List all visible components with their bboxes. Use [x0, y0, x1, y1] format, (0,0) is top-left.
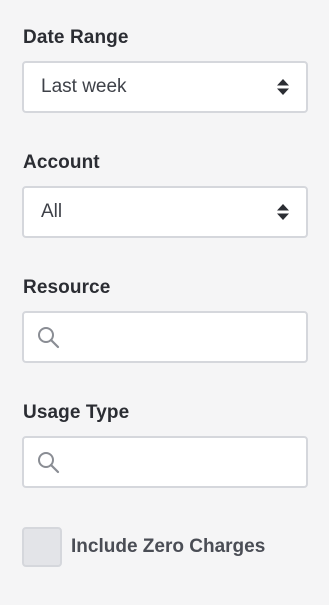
search-icon — [38, 452, 60, 474]
include-zero-charges-checkbox[interactable] — [22, 527, 62, 567]
resource-label: Resource — [23, 277, 111, 298]
date-range-label: Date Range — [23, 27, 129, 48]
resource-search-input[interactable] — [22, 311, 308, 363]
search-icon — [38, 327, 60, 349]
filter-panel: Date Range Last week Account All Resourc… — [0, 0, 329, 605]
date-range-select[interactable]: Last week — [22, 61, 308, 113]
account-label: Account — [23, 152, 100, 173]
include-zero-charges-label[interactable]: Include Zero Charges — [71, 536, 265, 558]
usage-type-label: Usage Type — [23, 402, 130, 423]
account-value: All — [41, 201, 63, 222]
sort-arrows-icon — [277, 79, 289, 95]
sort-arrows-icon — [277, 204, 289, 220]
account-select[interactable]: All — [22, 186, 308, 238]
usage-type-search-input[interactable] — [22, 436, 308, 488]
date-range-value: Last week — [41, 76, 127, 97]
